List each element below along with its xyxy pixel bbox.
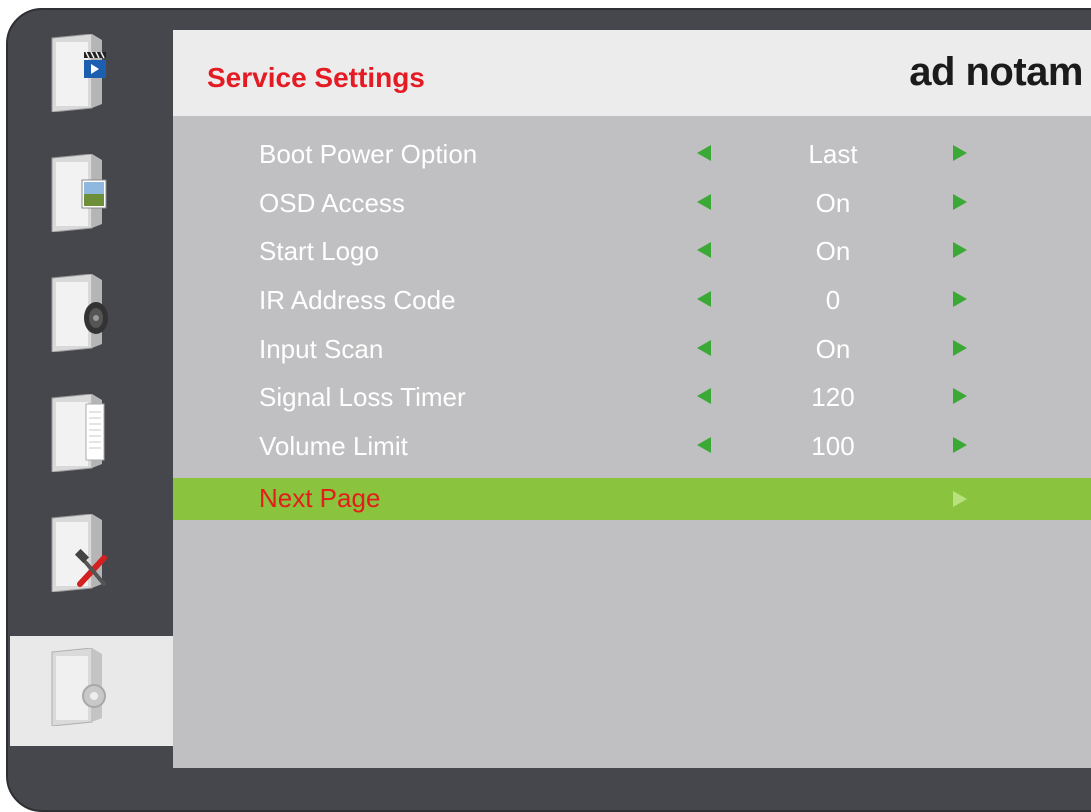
setting-row-ir-address-code[interactable]: IR Address Code 0 xyxy=(173,280,1091,329)
sidebar xyxy=(10,22,175,770)
setting-value: On xyxy=(815,187,851,218)
arrow-left-icon[interactable] xyxy=(697,339,711,356)
arrow-right-icon[interactable] xyxy=(953,291,967,308)
setting-row-volume-limit[interactable]: Volume Limit 100 xyxy=(173,426,1091,475)
setting-label: Signal Loss Timer xyxy=(259,382,466,413)
audio-folder-icon xyxy=(51,274,108,352)
arrow-left-icon[interactable] xyxy=(697,437,711,454)
screen: Service Settings ad notam Boot Power Opt… xyxy=(0,0,1091,812)
panel-header: Service Settings ad notam xyxy=(173,30,1091,116)
arrow-right-icon[interactable] xyxy=(953,145,967,161)
setting-value: 120 xyxy=(811,382,855,413)
settings-panel: Service Settings ad notam Boot Power Opt… xyxy=(173,30,1091,768)
setting-row-start-logo[interactable]: Start Logo On xyxy=(173,231,1091,280)
setting-label: OSD Access xyxy=(259,187,405,218)
arrow-right-icon[interactable] xyxy=(953,193,967,210)
setting-row-input-scan[interactable]: Input Scan On xyxy=(173,329,1091,378)
arrow-left-icon[interactable] xyxy=(697,145,711,161)
setting-label: Start Logo xyxy=(259,236,379,267)
brand-logo: ad notam xyxy=(909,50,1083,94)
arrow-right-icon[interactable] xyxy=(953,437,967,454)
arrow-left-icon[interactable] xyxy=(697,388,711,405)
tools-folder-icon xyxy=(51,514,107,592)
setting-row-osd-access[interactable]: OSD Access On xyxy=(173,183,1091,232)
sidebar-item-music[interactable] xyxy=(10,262,175,362)
sidebar-item-video[interactable] xyxy=(10,22,175,122)
setting-label: Volume Limit xyxy=(259,431,408,462)
settings-folder-icon xyxy=(51,648,106,726)
document-folder-icon xyxy=(51,394,105,472)
settings-list: Boot Power Option Last OSD Access On Sta… xyxy=(173,134,1091,520)
setting-value: On xyxy=(815,236,851,267)
sidebar-item-tools[interactable] xyxy=(10,502,175,602)
sidebar-item-settings[interactable] xyxy=(10,636,175,746)
sidebar-item-pictures[interactable] xyxy=(10,142,175,242)
arrow-left-icon[interactable] xyxy=(697,193,711,210)
page-title: Service Settings xyxy=(207,62,425,93)
setting-row-boot-power-option[interactable]: Boot Power Option Last xyxy=(173,134,1091,183)
arrow-right-icon[interactable] xyxy=(953,339,967,356)
arrow-left-icon[interactable] xyxy=(697,242,711,259)
next-page-row[interactable]: Next Page xyxy=(173,477,1091,520)
video-folder-icon xyxy=(51,34,106,112)
setting-label: Input Scan xyxy=(259,333,384,364)
arrow-right-icon[interactable] xyxy=(953,388,967,405)
setting-label: IR Address Code xyxy=(259,285,456,316)
setting-row-signal-loss-timer[interactable]: Signal Loss Timer 120 xyxy=(173,377,1091,426)
arrow-right-icon[interactable] xyxy=(953,242,967,259)
setting-label: Boot Power Option xyxy=(259,139,478,169)
arrow-right-icon[interactable] xyxy=(953,490,967,507)
sidebar-item-documents[interactable] xyxy=(10,382,175,482)
setting-value: On xyxy=(815,333,851,364)
setting-value: Last xyxy=(808,139,858,169)
arrow-left-icon[interactable] xyxy=(697,291,711,308)
next-page-label: Next Page xyxy=(259,482,381,513)
setting-value: 0 xyxy=(825,285,841,316)
setting-value: 100 xyxy=(811,431,855,462)
picture-folder-icon xyxy=(51,154,107,232)
